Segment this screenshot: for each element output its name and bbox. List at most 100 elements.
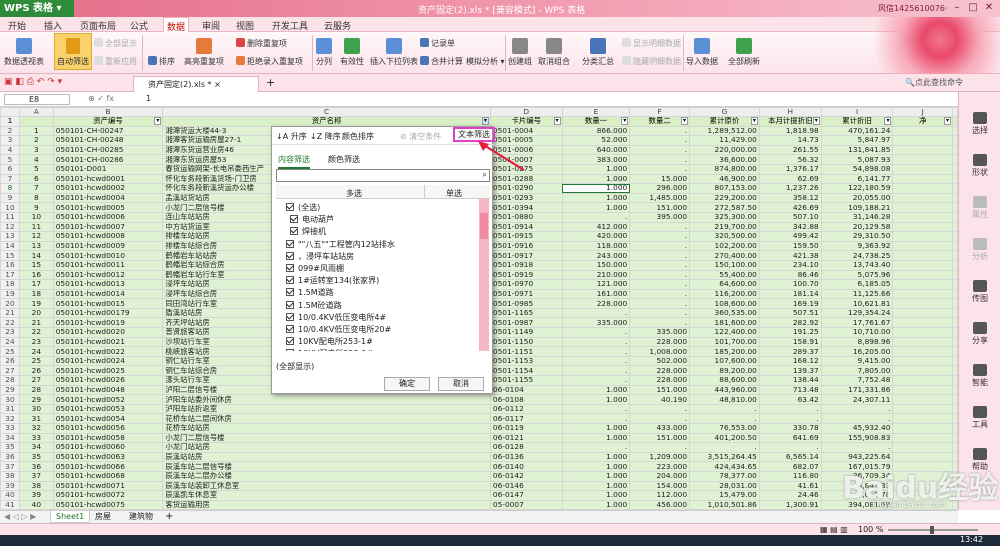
- cell-asset-code[interactable]: 050101-hcwd0066: [52, 461, 164, 472]
- formula-input[interactable]: 1: [146, 94, 151, 103]
- row-number[interactable]: 11: [0, 211, 20, 223]
- cell-value[interactable]: .: [820, 442, 894, 453]
- filter-list-item[interactable]: 10/0.4KV低压变电所20#: [286, 324, 391, 335]
- cell-value[interactable]: 11,429.00: [689, 135, 760, 146]
- header-cell[interactable]: 资产编号 ▾: [52, 116, 164, 127]
- autofilter-button[interactable]: 自动筛选: [54, 33, 92, 70]
- cell-value[interactable]: [892, 173, 953, 185]
- cell-value[interactable]: 102,200.00: [689, 240, 760, 252]
- cell-value[interactable]: [892, 413, 953, 424]
- fx-icons[interactable]: ⊕ ✓ fx: [88, 94, 114, 103]
- row-number[interactable]: 40: [0, 490, 20, 501]
- cell-value[interactable]: [952, 211, 958, 223]
- cell-value[interactable]: [892, 307, 953, 319]
- cell-card-no[interactable]: 0501-0914: [489, 221, 563, 233]
- tab-content-filter[interactable]: 内容筛选: [278, 154, 310, 169]
- cell-value[interactable]: 1,300.91: [758, 499, 822, 510]
- filter-value-list[interactable]: (全选) 电动葫芦 焊接机 ""八五""工程管内12站排水 ，浸坪车站站房 099#风雨棚…: [276, 199, 490, 351]
- cell-seq[interactable]: 14: [18, 250, 54, 261]
- row-number[interactable]: 30: [0, 394, 20, 405]
- cell-value[interactable]: [952, 135, 958, 146]
- cell-value[interactable]: 243.000: [561, 250, 631, 261]
- cell-card-no[interactable]: 06-0117: [489, 413, 563, 424]
- cell-card-no[interactable]: 0501-0915: [489, 231, 563, 242]
- cell-asset-code[interactable]: 050101-hcwd0004: [52, 192, 164, 204]
- cell-card-no[interactable]: 0501-1153: [489, 355, 563, 367]
- filter-dropdown-arrow-icon[interactable]: ▾: [944, 117, 951, 125]
- cell-card-no[interactable]: 05-0007: [489, 499, 563, 510]
- cell-value[interactable]: .: [629, 442, 691, 453]
- cell-value[interactable]: [952, 192, 958, 204]
- cell-value[interactable]: 433.000: [629, 423, 691, 434]
- cell-value[interactable]: [892, 394, 953, 405]
- cell-value[interactable]: 28,031.00: [689, 480, 760, 492]
- filter-dropdown-arrow-icon[interactable]: ▾: [481, 117, 489, 125]
- cell-value[interactable]: .: [561, 336, 631, 348]
- row-number[interactable]: 27: [0, 365, 20, 377]
- cell-value[interactable]: 282.92: [758, 317, 822, 329]
- cell-seq[interactable]: 3: [18, 144, 54, 156]
- cell-value[interactable]: 220,000.00: [689, 144, 760, 156]
- cell-value[interactable]: 219,700.00: [689, 221, 760, 233]
- column-header[interactable]: I: [820, 107, 894, 117]
- row-number[interactable]: 25: [0, 346, 20, 357]
- reapply-button[interactable]: 重新应用: [94, 56, 137, 67]
- header-cell[interactable]: 净 ▾: [892, 116, 953, 127]
- filter-dropdown-arrow-icon[interactable]: ▾: [621, 117, 629, 125]
- cell-asset-code[interactable]: 050101-hcwd0019: [52, 317, 164, 329]
- row-number[interactable]: 33: [0, 423, 20, 434]
- cell-value[interactable]: [892, 355, 953, 367]
- cell-card-no[interactable]: 0501-1154: [489, 365, 563, 377]
- cell-seq[interactable]: 10: [18, 211, 54, 223]
- cell-value[interactable]: 52.000: [561, 135, 631, 146]
- filter-list-item[interactable]: 焊接机: [290, 226, 326, 237]
- checkbox-checked-icon[interactable]: [286, 239, 294, 248]
- cell-value[interactable]: 223.000: [629, 461, 691, 472]
- cell-card-no[interactable]: 06-0108: [489, 394, 563, 405]
- row-number[interactable]: 3: [0, 135, 20, 146]
- cell-asset-code[interactable]: 050101-hcwd0005: [52, 202, 164, 213]
- cell-value[interactable]: .: [561, 327, 631, 338]
- cell-value[interactable]: 31,146.28: [820, 211, 894, 223]
- checkbox-checked-icon[interactable]: [290, 215, 298, 224]
- cell-card-no[interactable]: 0501-0004: [489, 125, 563, 137]
- cell-value[interactable]: [952, 163, 958, 175]
- sort-button[interactable]: 排序: [148, 56, 175, 67]
- filter-list-item[interactable]: 电动葫芦: [290, 214, 334, 225]
- checkbox-checked-icon[interactable]: [286, 276, 294, 285]
- cell-value[interactable]: [952, 298, 958, 309]
- cell-value[interactable]: 24.46: [758, 490, 822, 501]
- cell-value[interactable]: 150.000: [561, 259, 631, 271]
- checkbox-checked-icon[interactable]: [290, 227, 298, 236]
- cell-seq[interactable]: 1: [18, 125, 54, 137]
- cell-asset-code[interactable]: 050101-hcwd0024: [52, 355, 164, 367]
- row-number[interactable]: 19: [0, 288, 20, 300]
- filter-list-item[interactable]: ，浸坪车站站房: [286, 251, 354, 262]
- cell-asset-code[interactable]: 050101-hcwd0052: [52, 394, 164, 405]
- cell-value[interactable]: .: [629, 154, 691, 165]
- cell-card-no[interactable]: 06-0121: [489, 432, 563, 444]
- refresh-all-button[interactable]: 全部刷新: [728, 38, 760, 67]
- cell-value[interactable]: 24,307.11: [820, 394, 894, 405]
- filter-list-item[interactable]: 099#风雨棚: [286, 263, 344, 274]
- row-number[interactable]: 13: [0, 231, 20, 242]
- menu-page-layout[interactable]: 页面布局: [80, 19, 116, 32]
- menu-cloud[interactable]: 云服务: [324, 19, 351, 32]
- cell-value[interactable]: [952, 442, 958, 453]
- cell-value[interactable]: .: [629, 259, 691, 271]
- scrollbar-thumb[interactable]: [480, 213, 488, 239]
- header-cell[interactable]: 累计原价 ▾: [689, 116, 760, 127]
- cell-seq[interactable]: 23: [18, 336, 54, 348]
- cell-value[interactable]: 412.000: [561, 221, 631, 233]
- cell-value[interactable]: .: [758, 442, 822, 453]
- menu-view[interactable]: 视图: [236, 19, 254, 32]
- cell-seq[interactable]: 11: [18, 221, 54, 233]
- cell-value[interactable]: 116,200.00: [689, 288, 760, 300]
- row-number[interactable]: 21: [0, 307, 20, 319]
- cell-asset-code[interactable]: 050101-hcwd0012: [52, 269, 164, 281]
- cell-card-no[interactable]: 0501-0293: [489, 192, 563, 204]
- column-header[interactable]: F: [629, 107, 691, 117]
- cell-value[interactable]: 470,161.24: [820, 125, 894, 137]
- cell-value[interactable]: [952, 288, 958, 300]
- cell-asset-code[interactable]: 050101-hcwd0053: [52, 403, 164, 415]
